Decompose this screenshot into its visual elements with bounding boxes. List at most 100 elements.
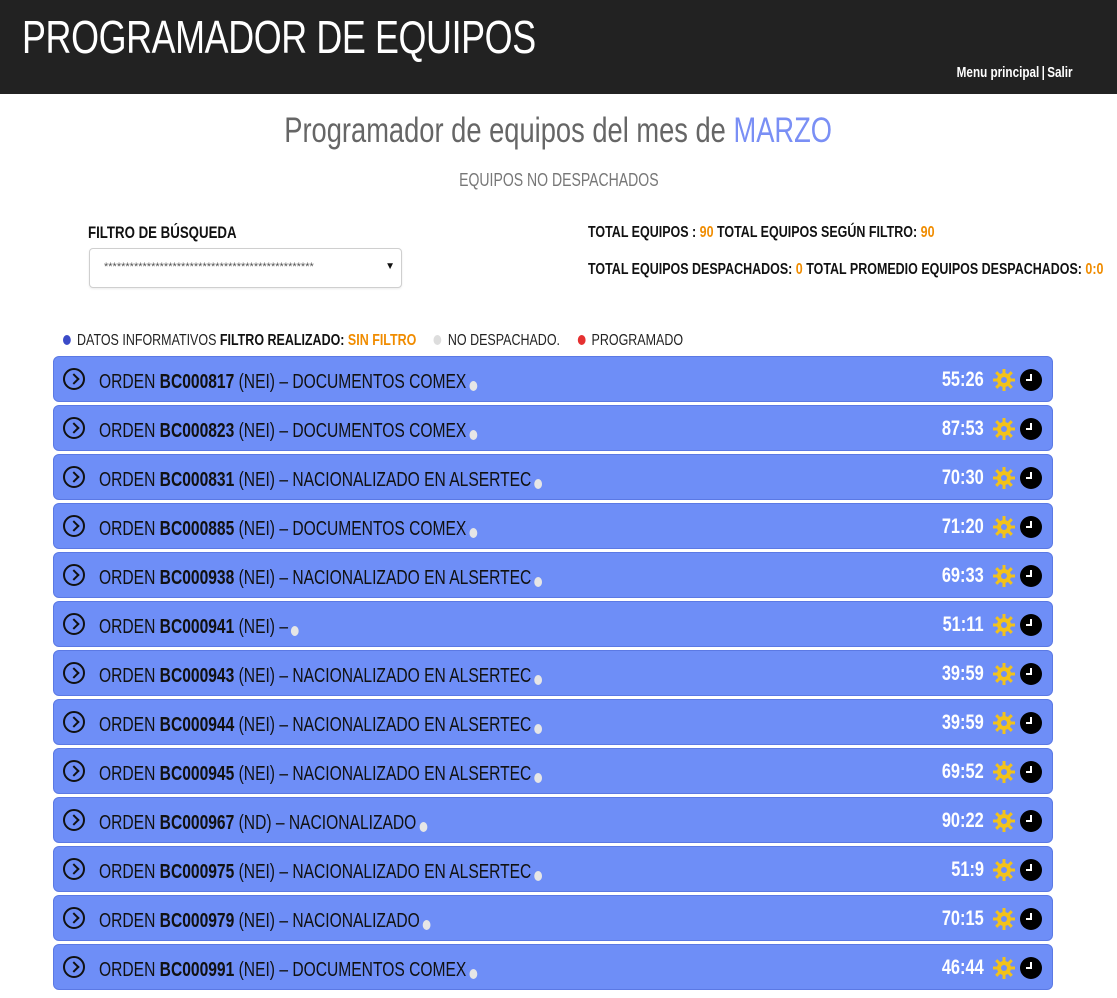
chevron-circle-right-icon[interactable] — [63, 613, 85, 635]
order-code: BC000823 — [159, 420, 235, 442]
clock-icon[interactable] — [1020, 859, 1042, 881]
chevron-circle-right-icon[interactable] — [63, 662, 85, 684]
chevron-circle-right-icon[interactable] — [63, 417, 85, 439]
top-header: PROGRAMADOR DE EQUIPOS Menu principal | Sa… — [0, 0, 1117, 94]
not-dispatched-status-icon — [534, 576, 543, 587]
clock-icon[interactable] — [1020, 810, 1042, 832]
gear-icon[interactable] — [992, 515, 1016, 539]
not-dispatched-status-icon — [534, 478, 543, 489]
not-dispatched-status-icon — [469, 527, 478, 538]
order-label: ORDEN BC000991 (NEI) – DOCUMENTOS COMEX — [99, 959, 584, 982]
clock-icon[interactable] — [1020, 663, 1042, 685]
gear-icon[interactable] — [992, 907, 1016, 931]
gear-icon[interactable] — [992, 466, 1016, 490]
order-row[interactable]: ORDEN BC000823 (NEI) – DOCUMENTOS COMEX 8… — [53, 405, 1053, 451]
not-dispatched-status-icon — [534, 870, 543, 881]
order-time: 51:9 — [951, 858, 984, 881]
order-time: 87:53 — [942, 417, 984, 440]
order-code: BC000975 — [159, 861, 235, 883]
order-row[interactable]: ORDEN BC000967 (ND) – NACIONALIZADO 90:22 — [53, 797, 1053, 843]
not-dispatched-status-icon — [422, 919, 431, 930]
clock-icon[interactable] — [1020, 761, 1042, 783]
order-time: 39:59 — [942, 711, 984, 734]
order-row[interactable]: ORDEN BC000944 (NEI) – NACIONALIZADO EN … — [53, 699, 1053, 745]
filter-selected-value: ****************************************… — [104, 261, 314, 273]
gear-icon[interactable] — [992, 368, 1016, 392]
order-row[interactable]: ORDEN BC000943 (NEI) – NACIONALIZADO EN … — [53, 650, 1053, 696]
order-row[interactable]: ORDEN BC000938 (NEI) – NACIONALIZADO EN … — [53, 552, 1053, 598]
order-label: ORDEN BC000975 (NEI) – NACIONALIZADO EN … — [99, 861, 667, 884]
clock-icon[interactable] — [1020, 467, 1042, 489]
order-time: 46:44 — [942, 956, 984, 979]
order-time: 55:26 — [942, 368, 984, 391]
dispatched-value: 0 — [795, 261, 803, 278]
order-time: 69:52 — [942, 760, 984, 783]
gear-icon[interactable] — [992, 809, 1016, 833]
filter-select[interactable]: ****************************************… — [89, 248, 402, 288]
order-label: ORDEN BC000941 (NEI) – — [99, 616, 355, 639]
info-dot-icon — [63, 334, 71, 345]
not-dispatched-status-icon — [469, 429, 478, 440]
logout-link[interactable]: Salir — [1048, 64, 1073, 81]
stats-dispatched: TOTAL EQUIPOS DESPACHADOS: 0 TOTAL PROME… — [588, 261, 1104, 278]
gear-icon[interactable] — [992, 956, 1016, 980]
order-code: BC000944 — [159, 714, 235, 736]
main-menu-link[interactable]: Menu principal — [957, 64, 1040, 81]
clock-icon[interactable] — [1020, 369, 1042, 391]
chevron-circle-right-icon[interactable] — [63, 858, 85, 880]
order-row[interactable]: ORDEN BC000831 (NEI) – NACIONALIZADO EN … — [53, 454, 1053, 500]
order-label: ORDEN BC000885 (NEI) – DOCUMENTOS COMEX — [99, 518, 584, 541]
order-code: BC000938 — [159, 567, 235, 589]
order-row[interactable]: ORDEN BC000945 (NEI) – NACIONALIZADO EN … — [53, 748, 1053, 794]
gear-icon[interactable] — [992, 613, 1016, 637]
dropdown-caret-icon: ▼ — [385, 261, 395, 272]
order-row[interactable]: ORDEN BC000885 (NEI) – DOCUMENTOS COMEX 7… — [53, 503, 1053, 549]
scheduled-dot-icon — [577, 334, 586, 345]
chevron-circle-right-icon[interactable] — [63, 760, 85, 782]
gear-icon[interactable] — [992, 760, 1016, 784]
not-dispatched-status-icon — [469, 968, 478, 979]
filter-applied-value: SIN FILTRO — [347, 332, 417, 349]
chevron-circle-right-icon[interactable] — [63, 466, 85, 488]
order-code: BC000943 — [159, 665, 235, 687]
order-time: 69:33 — [942, 564, 984, 587]
order-row[interactable]: ORDEN BC000975 (NEI) – NACIONALIZADO EN … — [53, 846, 1053, 892]
order-code: BC000831 — [159, 469, 235, 491]
not-dispatched-dot-icon — [433, 334, 442, 345]
order-row[interactable]: ORDEN BC000941 (NEI) – 51:11 — [53, 601, 1053, 647]
gear-icon[interactable] — [992, 662, 1016, 686]
clock-icon[interactable] — [1020, 712, 1042, 734]
order-row[interactable]: ORDEN BC000817 (NEI) – DOCUMENTOS COMEX 5… — [53, 356, 1053, 402]
chevron-circle-right-icon[interactable] — [63, 564, 85, 586]
order-code: BC000979 — [159, 910, 235, 932]
gear-icon[interactable] — [992, 711, 1016, 735]
clock-icon[interactable] — [1020, 418, 1042, 440]
order-label: ORDEN BC000967 (ND) – NACIONALIZADO — [99, 812, 520, 835]
order-code: BC000967 — [159, 812, 235, 834]
order-time: 70:15 — [942, 907, 984, 930]
order-label: ORDEN BC000823 (NEI) – DOCUMENTOS COMEX — [99, 420, 584, 443]
chevron-circle-right-icon[interactable] — [63, 809, 85, 831]
order-row[interactable]: ORDEN BC000979 (NEI) – NACIONALIZADO 70:1… — [53, 895, 1053, 941]
clock-icon[interactable] — [1020, 614, 1042, 636]
clock-icon[interactable] — [1020, 957, 1042, 979]
chevron-circle-right-icon[interactable] — [63, 515, 85, 537]
chevron-circle-right-icon[interactable] — [63, 711, 85, 733]
clock-icon[interactable] — [1020, 516, 1042, 538]
orders-list: ORDEN BC000817 (NEI) – DOCUMENTOS COMEX 5… — [53, 356, 1053, 993]
chevron-circle-right-icon[interactable] — [63, 368, 85, 390]
clock-icon[interactable] — [1020, 565, 1042, 587]
order-code: BC000941 — [159, 616, 235, 638]
order-label: ORDEN BC000817 (NEI) – DOCUMENTOS COMEX — [99, 371, 584, 394]
clock-icon[interactable] — [1020, 908, 1042, 930]
not-dispatched-status-icon — [291, 625, 299, 636]
chevron-circle-right-icon[interactable] — [63, 907, 85, 929]
order-label: ORDEN BC000944 (NEI) – NACIONALIZADO EN … — [99, 714, 667, 737]
stats-totals: TOTAL EQUIPOS : 90 TOTAL EQUIPOS SEGÚN F… — [588, 224, 935, 241]
order-label: ORDEN BC000945 (NEI) – NACIONALIZADO EN … — [99, 763, 667, 786]
gear-icon[interactable] — [992, 417, 1016, 441]
gear-icon[interactable] — [992, 858, 1016, 882]
order-row[interactable]: ORDEN BC000991 (NEI) – DOCUMENTOS COMEX 4… — [53, 944, 1053, 990]
gear-icon[interactable] — [992, 564, 1016, 588]
chevron-circle-right-icon[interactable] — [63, 956, 85, 978]
